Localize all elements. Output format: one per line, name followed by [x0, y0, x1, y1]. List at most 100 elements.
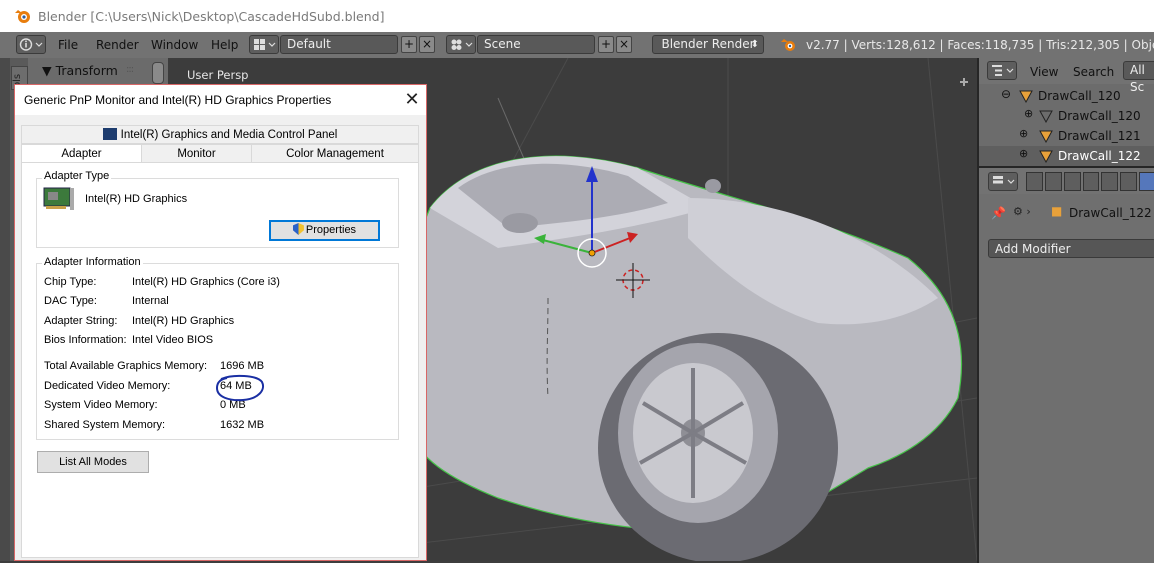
memory-label: Total Available Graphics Memory: [44, 360, 208, 372]
object-tab-icon[interactable] [1101, 172, 1119, 191]
dialog-title: Generic PnP Monitor and Intel(R) HD Grap… [24, 93, 332, 107]
memory-value: 1696 MB [220, 360, 265, 372]
collapse-toggle-icon[interactable]: ⊖ [1001, 87, 1011, 101]
mesh-data-icon [1039, 110, 1053, 123]
properties-button-label: Properties [305, 224, 357, 236]
remove-scene-icon[interactable]: × [616, 36, 632, 53]
outliner-item[interactable]: ⊕ DrawCall_120 [979, 106, 1154, 126]
tab-monitor[interactable]: Monitor [141, 144, 252, 163]
outliner-display-mode-select[interactable]: All Sc [1123, 61, 1154, 94]
info-value: Internal [132, 295, 169, 307]
properties-icon [993, 176, 1015, 184]
scene-statistics: v2.77 | Verts:128,612 | Faces:118,735 | … [806, 38, 1154, 52]
properties-context-tabs [1026, 172, 1154, 191]
outliner-view-menu[interactable]: View [1030, 65, 1058, 79]
updown-arrow-icon: ⬍ [750, 39, 759, 50]
transform-panel-title: ▼ Transform [42, 63, 118, 78]
render-tab-icon[interactable] [1026, 172, 1043, 191]
outliner-item-label: DrawCall_120 [1038, 89, 1121, 103]
tab-intel-control-panel[interactable]: Intel(R) Graphics and Media Control Pane… [21, 125, 419, 144]
adapter-type-label: Adapter Type [42, 170, 112, 182]
info-label: Adapter String: [44, 315, 118, 327]
info-label: Bios Information: [44, 334, 127, 346]
mesh-object-icon [1039, 130, 1053, 143]
menu-window[interactable]: Window [151, 38, 198, 52]
blender-logo-icon [15, 10, 30, 23]
layout-name-field[interactable]: Default [280, 35, 398, 54]
add-modifier-button[interactable]: Add Modifier [988, 239, 1154, 258]
object-cube-icon: ■ [1051, 204, 1063, 218]
outliner-editor-type-button[interactable] [987, 61, 1017, 80]
tab-intel-label: Intel(R) Graphics and Media Control Pane… [120, 129, 338, 141]
mesh-object-icon [1019, 90, 1033, 103]
outliner-item[interactable]: ⊖ DrawCall_120 [979, 86, 1154, 106]
outliner-item-label: DrawCall_120 [1058, 109, 1141, 123]
info-label: Chip Type: [44, 276, 97, 288]
info-icon [19, 38, 43, 51]
display-properties-dialog: Generic PnP Monitor and Intel(R) HD Grap… [14, 84, 427, 561]
adapter-information-group [36, 263, 399, 440]
render-engine-select[interactable]: Blender Render ⬍ [652, 35, 764, 54]
scene-browse-button[interactable] [446, 35, 476, 54]
mesh-object-icon [1039, 150, 1053, 163]
info-value: Intel(R) HD Graphics (Core i3) [132, 276, 280, 288]
object-name-label: DrawCall_122 [1069, 206, 1152, 220]
highlight-circle-annotation [215, 374, 264, 402]
add-layout-icon[interactable]: + [401, 36, 417, 53]
outliner-item-label: DrawCall_122 [1058, 149, 1141, 163]
modifiers-tab-icon[interactable] [1139, 172, 1154, 191]
adapter-name: Intel(R) HD Graphics [85, 193, 188, 205]
info-value: Intel Video BIOS [132, 334, 214, 346]
render-layers-tab-icon[interactable] [1044, 172, 1062, 191]
properties-panel: 📌 ⚙ › ■ DrawCall_122 Add Modifier [977, 166, 1154, 563]
outliner-search-menu[interactable]: Search [1073, 65, 1114, 79]
info-header: File Render Window Help Default + × Scen… [0, 32, 1154, 59]
outliner-item[interactable]: ⊕ DrawCall_121 [979, 126, 1154, 146]
menu-help[interactable]: Help [211, 38, 238, 52]
viewport-plus-icon[interactable] [960, 78, 968, 86]
viewport-view-label: User Persp [187, 68, 249, 82]
properties-editor-type-button[interactable] [988, 172, 1018, 191]
tab-adapter[interactable]: Adapter [21, 144, 142, 163]
outliner-header: View Search All Sc [979, 58, 1154, 94]
window-title-bar: Blender [C:\Users\Nick\Desktop\CascadeHd… [0, 0, 1154, 32]
add-scene-icon[interactable]: + [598, 36, 614, 53]
scene-name-field[interactable]: Scene [477, 35, 595, 54]
list-all-modes-button[interactable]: List All Modes [37, 451, 149, 473]
adapter-information-label: Adapter Information [42, 256, 143, 268]
scene-icon [451, 39, 473, 50]
world-tab-icon[interactable] [1082, 172, 1100, 191]
memory-label: Shared System Memory: [44, 419, 166, 431]
tab-color-management[interactable]: Color Management [251, 144, 419, 163]
blender-version-icon [781, 39, 795, 51]
editor-type-button[interactable] [16, 35, 46, 54]
pin-icon[interactable]: 📌 [991, 206, 1006, 220]
layout-browse-button[interactable] [249, 35, 279, 54]
graphics-card-icon [43, 187, 74, 210]
properties-button[interactable]: Properties [269, 220, 380, 241]
intel-panel-icon [102, 128, 117, 140]
memory-label: Dedicated Video Memory: [44, 380, 171, 392]
uac-shield-icon [292, 223, 304, 235]
memory-label: System Video Memory: [44, 399, 158, 411]
scene-tab-icon[interactable] [1063, 172, 1081, 191]
info-label: DAC Type: [44, 295, 97, 307]
transform-title-text: Transform [55, 63, 118, 78]
expand-toggle-icon[interactable]: ⊕ [1024, 107, 1033, 120]
outliner-icon [992, 65, 1014, 76]
constraints-tab-icon[interactable] [1120, 172, 1138, 191]
panel-drag-grip-icon[interactable]: ::: [126, 64, 134, 75]
memory-value: 1632 MB [220, 419, 265, 431]
collapse-triangle-icon: ▼ [42, 63, 52, 78]
remove-layout-icon[interactable]: × [419, 36, 435, 53]
menu-file[interactable]: File [58, 38, 78, 52]
expand-toggle-icon[interactable]: ⊕ [1019, 127, 1028, 140]
expand-toggle-icon[interactable]: ⊕ [1019, 147, 1028, 160]
menu-render[interactable]: Render [96, 38, 139, 52]
render-engine-value: Blender Render [661, 37, 755, 51]
outliner-item-selected[interactable]: ⊕ DrawCall_122 [979, 146, 1154, 166]
window-title: Blender [C:\Users\Nick\Desktop\CascadeHd… [38, 8, 385, 24]
panel-scrollbar[interactable] [152, 62, 164, 84]
close-icon[interactable]: ✕ [402, 89, 422, 109]
outliner-item-label: DrawCall_121 [1058, 129, 1141, 143]
